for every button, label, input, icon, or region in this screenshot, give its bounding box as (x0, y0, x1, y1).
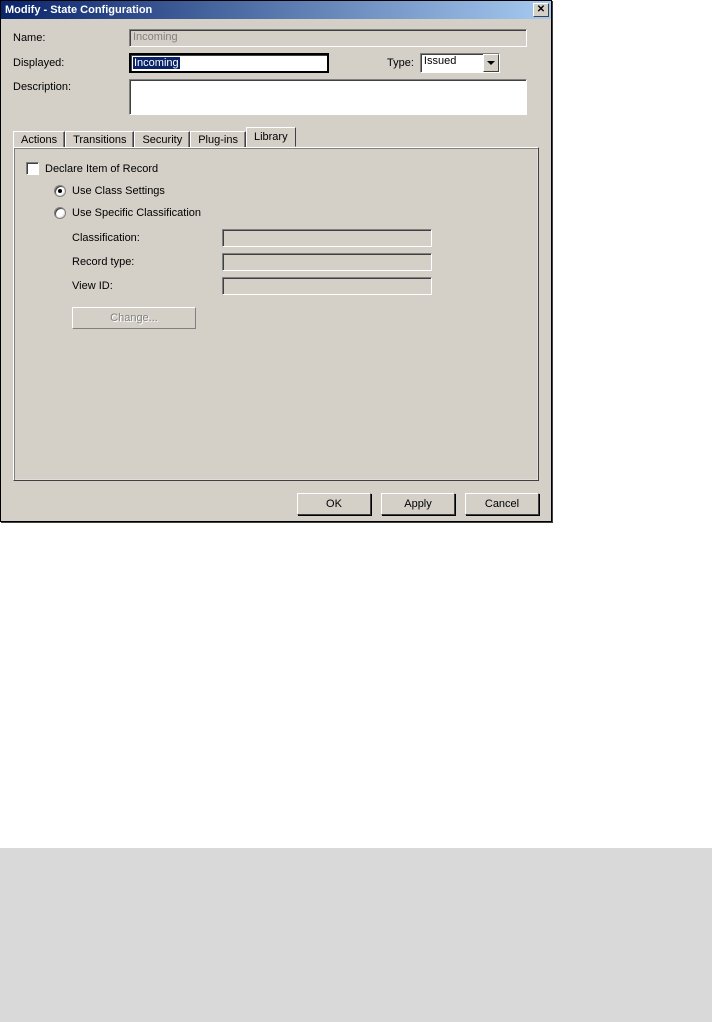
form-area: Name: Incoming Displayed: Incoming Type:… (1, 19, 551, 127)
cancel-label: Cancel (485, 498, 519, 510)
name-row: Name: Incoming (13, 29, 539, 47)
type-label: Type: (387, 57, 414, 69)
record-type-label: Record type: (72, 256, 222, 268)
view-id-field (222, 277, 432, 295)
description-input[interactable] (129, 79, 527, 115)
apply-button[interactable]: Apply (381, 493, 455, 515)
tab-security-label: Security (142, 134, 182, 146)
close-icon: ✕ (537, 4, 545, 15)
tab-transitions[interactable]: Transitions (65, 131, 134, 148)
dialog-buttons: OK Apply Cancel (1, 489, 551, 525)
displayed-value: Incoming (133, 57, 180, 69)
displayed-label: Displayed: (13, 57, 129, 69)
tab-plugins-label: Plug-ins (198, 134, 238, 146)
name-field: Incoming (129, 29, 527, 47)
chevron-down-icon[interactable] (483, 54, 499, 72)
state-config-dialog: Modify - State Configuration ✕ Name: Inc… (0, 0, 552, 522)
ok-button[interactable]: OK (297, 493, 371, 515)
titlebar: Modify - State Configuration ✕ (1, 1, 551, 19)
tab-plugins[interactable]: Plug-ins (190, 131, 246, 148)
type-dropdown[interactable]: Issued (420, 53, 500, 73)
displayed-input[interactable]: Incoming (129, 53, 329, 73)
change-button-label: Change... (110, 312, 158, 324)
change-button: Change... (72, 307, 196, 329)
apply-label: Apply (404, 498, 432, 510)
displayed-row: Displayed: Incoming Type: Issued (13, 53, 539, 73)
record-type-field (222, 253, 432, 271)
description-row: Description: (13, 79, 539, 115)
view-id-label: View ID: (72, 280, 222, 292)
tab-actions[interactable]: Actions (13, 131, 65, 148)
page-footer-band (0, 848, 712, 1022)
tab-transitions-label: Transitions (73, 134, 126, 146)
type-value: Issued (421, 54, 483, 72)
tab-library[interactable]: Library (246, 127, 296, 147)
declare-item-checkbox[interactable] (26, 162, 39, 175)
declare-item-label: Declare Item of Record (45, 163, 158, 175)
close-button[interactable]: ✕ (533, 3, 549, 17)
use-specific-label: Use Specific Classification (72, 207, 201, 219)
tab-library-label: Library (254, 131, 288, 143)
record-type-row: Record type: (72, 253, 526, 271)
declare-item-row: Declare Item of Record (26, 162, 526, 175)
use-specific-row: Use Specific Classification (54, 207, 526, 219)
ok-label: OK (326, 498, 342, 510)
tabstrip: Actions Transitions Security Plug-ins Li… (1, 127, 551, 147)
tab-security[interactable]: Security (134, 131, 190, 148)
name-label: Name: (13, 32, 129, 44)
use-class-radio[interactable] (54, 185, 66, 197)
classification-row: Classification: (72, 229, 526, 247)
classification-label: Classification: (72, 232, 222, 244)
dialog-title: Modify - State Configuration (5, 4, 533, 16)
library-panel: Declare Item of Record Use Class Setting… (13, 147, 539, 481)
name-value: Incoming (133, 31, 178, 43)
use-class-label: Use Class Settings (72, 185, 165, 197)
cancel-button[interactable]: Cancel (465, 493, 539, 515)
use-specific-radio[interactable] (54, 207, 66, 219)
use-class-row: Use Class Settings (54, 185, 526, 197)
view-id-row: View ID: (72, 277, 526, 295)
classification-field (222, 229, 432, 247)
description-label: Description: (13, 79, 129, 93)
tab-actions-label: Actions (21, 134, 57, 146)
